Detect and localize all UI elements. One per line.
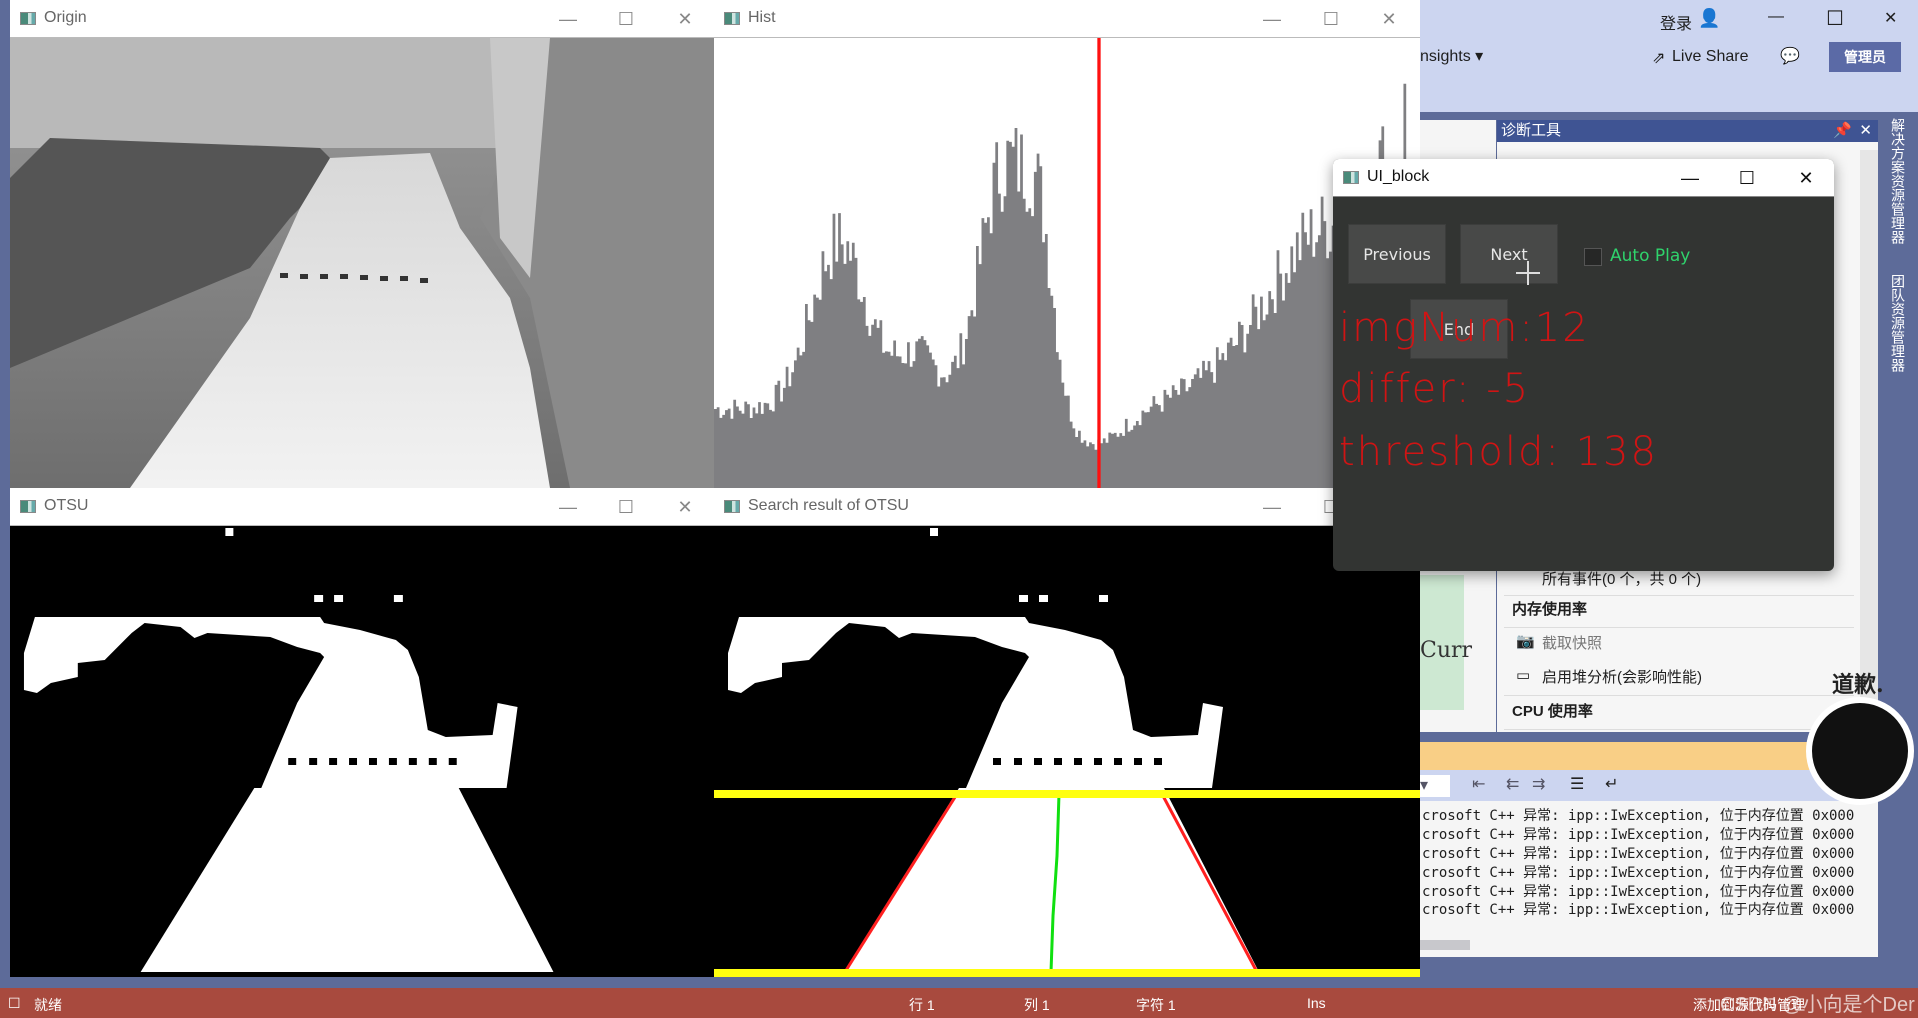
diag-item-snapshot[interactable]: 📷 截取快照 <box>1504 632 1854 662</box>
app-icon <box>20 12 36 25</box>
heap-icon: ▭ <box>1516 667 1531 684</box>
next-icon[interactable]: ⇉ <box>1532 774 1545 794</box>
maximize-button[interactable]: ☐ <box>1318 6 1344 32</box>
histogram-image <box>714 38 1420 488</box>
output-line: crosoft C++ 异常: ipp::IwException, 位于内存位置… <box>1422 808 1855 824</box>
output-line: crosoft C++ 异常: ipp::IwException, 位于内存位置… <box>1422 884 1855 900</box>
camera-icon: 📷 <box>1516 633 1535 650</box>
output-line: crosoft C++ 异常: ipp::IwException, 位于内存位置… <box>1422 846 1855 862</box>
img-num-text: imgNum:12 <box>1339 305 1590 351</box>
maximize-button[interactable]: ☐ <box>1734 165 1760 191</box>
close-button[interactable]: ✕ <box>1376 6 1402 32</box>
side-tabs[interactable]: 解决方案资源管理器 团队资源管理器 <box>1884 118 1908 372</box>
diag-item-events[interactable]: 所有事件(0 个，共 0 个) <box>1504 568 1854 596</box>
origin-image <box>10 38 714 488</box>
diag-title-text: 诊断工具 <box>1501 122 1562 139</box>
output-source-dropdown[interactable]: ▾ <box>1420 775 1450 797</box>
output-hscroll[interactable] <box>1420 940 1470 950</box>
otsu-image <box>10 526 714 977</box>
diag-close-icon[interactable]: ✕ <box>1859 120 1872 142</box>
title-bar[interactable]: Hist — ☐ ✕ <box>714 0 1420 38</box>
diag-item-memory: 内存使用率 <box>1504 598 1854 628</box>
window-title: UI_block <box>1367 168 1430 185</box>
close-button[interactable]: ✕ <box>672 6 698 32</box>
search-result-image <box>714 526 1420 977</box>
user-add-icon[interactable]: 👤 <box>1698 8 1720 29</box>
diag-item-heap[interactable]: ▭ 启用堆分析(会影响性能) <box>1504 666 1854 696</box>
close-button[interactable]: ✕ <box>672 494 698 520</box>
minimize-button[interactable]: — <box>1259 6 1285 32</box>
status-char: 字符 1 <box>1136 997 1176 1013</box>
mouse-cursor-crosshair <box>1516 261 1540 285</box>
output-line: crosoft C++ 异常: ipp::IwException, 位于内存位置… <box>1422 902 1855 918</box>
feedback-icon[interactable]: 💬 <box>1780 46 1800 66</box>
search-result-window[interactable]: Search result of OTSU — ☐ <box>714 488 1420 977</box>
auto-play-label[interactable]: Auto Play <box>1610 246 1690 266</box>
diag-scrollbar[interactable] <box>1860 150 1878 730</box>
status-line: 行 1 <box>909 997 935 1013</box>
next-button[interactable]: Next <box>1460 224 1558 284</box>
threshold-text: threshold: 138 <box>1339 429 1658 475</box>
window-title: OTSU <box>44 497 89 514</box>
differ-text: differ: -5 <box>1339 366 1531 412</box>
clear-all-icon[interactable]: ☰ <box>1570 774 1584 794</box>
find-icon[interactable]: ⇤ <box>1472 774 1485 794</box>
title-bar[interactable]: Search result of OTSU — ☐ <box>714 488 1420 526</box>
title-bar[interactable]: OTSU — ☐ ✕ <box>10 488 714 526</box>
status-ins: Ins <box>1307 995 1326 1011</box>
maximize-button[interactable]: ☐ <box>613 494 639 520</box>
status-bar: ☐ 就绪 行 1 列 1 字符 1 Ins 添加到源代码管理 CSDN @小向是… <box>0 988 1918 1018</box>
otsu-window[interactable]: OTSU — ☐ ✕ <box>10 488 714 977</box>
side-tab-solution[interactable]: 解决方案资源管理器 <box>1890 118 1906 244</box>
minimize-icon[interactable]: — <box>1768 8 1784 26</box>
ui-block-window[interactable]: UI_block — ☐ ✕ Previous Next Auto Play End… <box>1333 159 1834 571</box>
auto-play-checkbox[interactable] <box>1584 248 1602 266</box>
side-tab-team[interactable]: 团队资源管理器 <box>1890 274 1906 372</box>
close-button[interactable]: ✕ <box>1793 165 1819 191</box>
doc-text: Curr <box>1420 638 1473 663</box>
hist-window[interactable]: Hist — ☐ ✕ <box>714 0 1420 488</box>
threshold-line <box>1097 38 1101 488</box>
status-ready: 就绪 <box>34 997 62 1013</box>
app-icon <box>20 500 36 513</box>
minimize-button[interactable]: — <box>1677 165 1703 191</box>
maximize-icon[interactable]: ☐ <box>1826 6 1844 31</box>
sticker-image: 道歉. <box>1804 667 1916 809</box>
status-icon: ☐ <box>8 995 21 1011</box>
minimize-button[interactable]: — <box>1259 494 1285 520</box>
vs-title-area: nsights ▾ 登录 👤 — ☐ ✕ ⇗ Live Share 💬 管理员 <box>1420 0 1918 112</box>
prev-icon[interactable]: ⇇ <box>1506 774 1519 794</box>
output-line: crosoft C++ 异常: ipp::IwException, 位于内存位置… <box>1422 827 1855 843</box>
output-line: crosoft C++ 异常: ipp::IwException, 位于内存位置… <box>1422 865 1855 881</box>
previous-button[interactable]: Previous <box>1348 224 1446 284</box>
window-title: Search result of OTSU <box>748 497 909 514</box>
app-icon <box>724 12 740 25</box>
window-title: Hist <box>748 9 776 26</box>
close-icon[interactable]: ✕ <box>1884 8 1897 28</box>
insights-menu[interactable]: nsights ▾ <box>1420 46 1483 66</box>
live-share-button[interactable]: Live Share <box>1672 48 1749 66</box>
diag-title: 诊断工具 📌 ✕ <box>1497 120 1878 142</box>
word-wrap-icon[interactable]: ↵ <box>1605 774 1618 794</box>
bottom-search-line <box>714 969 1420 977</box>
live-share-icon[interactable]: ⇗ <box>1652 48 1665 68</box>
diag-item-cpu: CPU 使用率 <box>1504 700 1854 730</box>
origin-window[interactable]: Origin — ☐ ✕ <box>10 0 714 488</box>
title-bar[interactable]: UI_block — ☐ ✕ <box>1333 159 1834 197</box>
maximize-button[interactable]: ☐ <box>613 6 639 32</box>
status-col: 列 1 <box>1024 997 1050 1013</box>
watermark: CSDN @小向是个Der <box>1720 994 1915 1016</box>
minimize-button[interactable]: — <box>555 494 581 520</box>
minimize-button[interactable]: — <box>555 6 581 32</box>
top-search-line <box>714 790 1420 798</box>
admin-button[interactable]: 管理员 <box>1829 42 1901 72</box>
pin-icon[interactable]: 📌 <box>1833 120 1852 142</box>
login-link[interactable]: 登录 <box>1660 10 1692 34</box>
window-title: Origin <box>44 9 87 26</box>
app-icon <box>724 500 740 513</box>
app-icon <box>1343 171 1359 184</box>
title-bar[interactable]: Origin — ☐ ✕ <box>10 0 714 38</box>
